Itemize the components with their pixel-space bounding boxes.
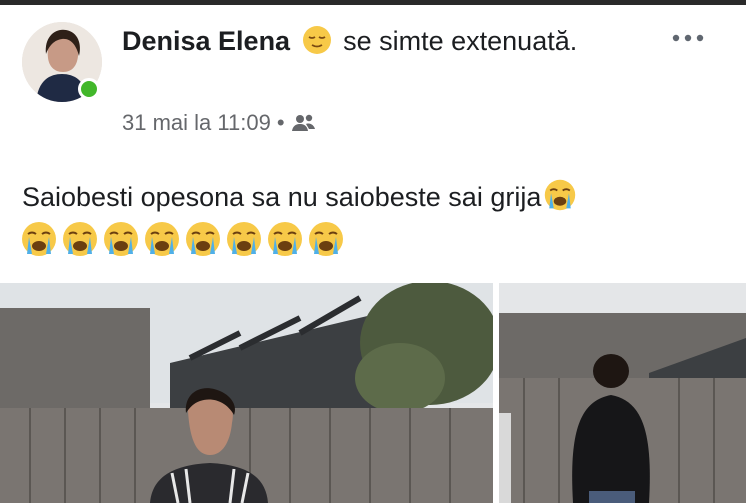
post-body-text: Saiobesti opesona sa nu saiobeste sai gr…	[22, 182, 542, 212]
photo-back[interactable]	[499, 283, 746, 503]
loudly-crying-face-icon	[545, 179, 576, 211]
online-status-dot	[78, 78, 100, 100]
post-header: Denisa Elena se simte extenuată.	[122, 24, 642, 58]
top-bar	[0, 0, 746, 5]
loudly-crying-face-icon	[186, 222, 220, 256]
emoji-row	[20, 220, 345, 258]
loudly-crying-face-icon	[104, 222, 138, 256]
more-options-icon[interactable]	[668, 24, 708, 52]
timestamp[interactable]: 31 mai la 11:09	[122, 110, 271, 136]
relieved-face-icon	[302, 26, 331, 54]
loudly-crying-face-icon	[63, 222, 97, 256]
loudly-crying-face-icon	[227, 222, 261, 256]
friends-icon[interactable]	[291, 113, 317, 133]
author-name[interactable]: Denisa Elena	[122, 26, 290, 56]
loudly-crying-face-icon	[268, 222, 302, 256]
feeling-text: se simte extenuată.	[343, 26, 578, 56]
loudly-crying-face-icon	[309, 222, 343, 256]
loudly-crying-face-icon	[22, 222, 56, 256]
post-meta: 31 mai la 11:09 •	[122, 110, 317, 136]
post-body: Saiobesti opesona sa nu saiobeste sai gr…	[22, 178, 577, 213]
photo-front[interactable]	[0, 283, 493, 503]
meta-separator: •	[276, 110, 285, 135]
loudly-crying-face-icon	[145, 222, 179, 256]
